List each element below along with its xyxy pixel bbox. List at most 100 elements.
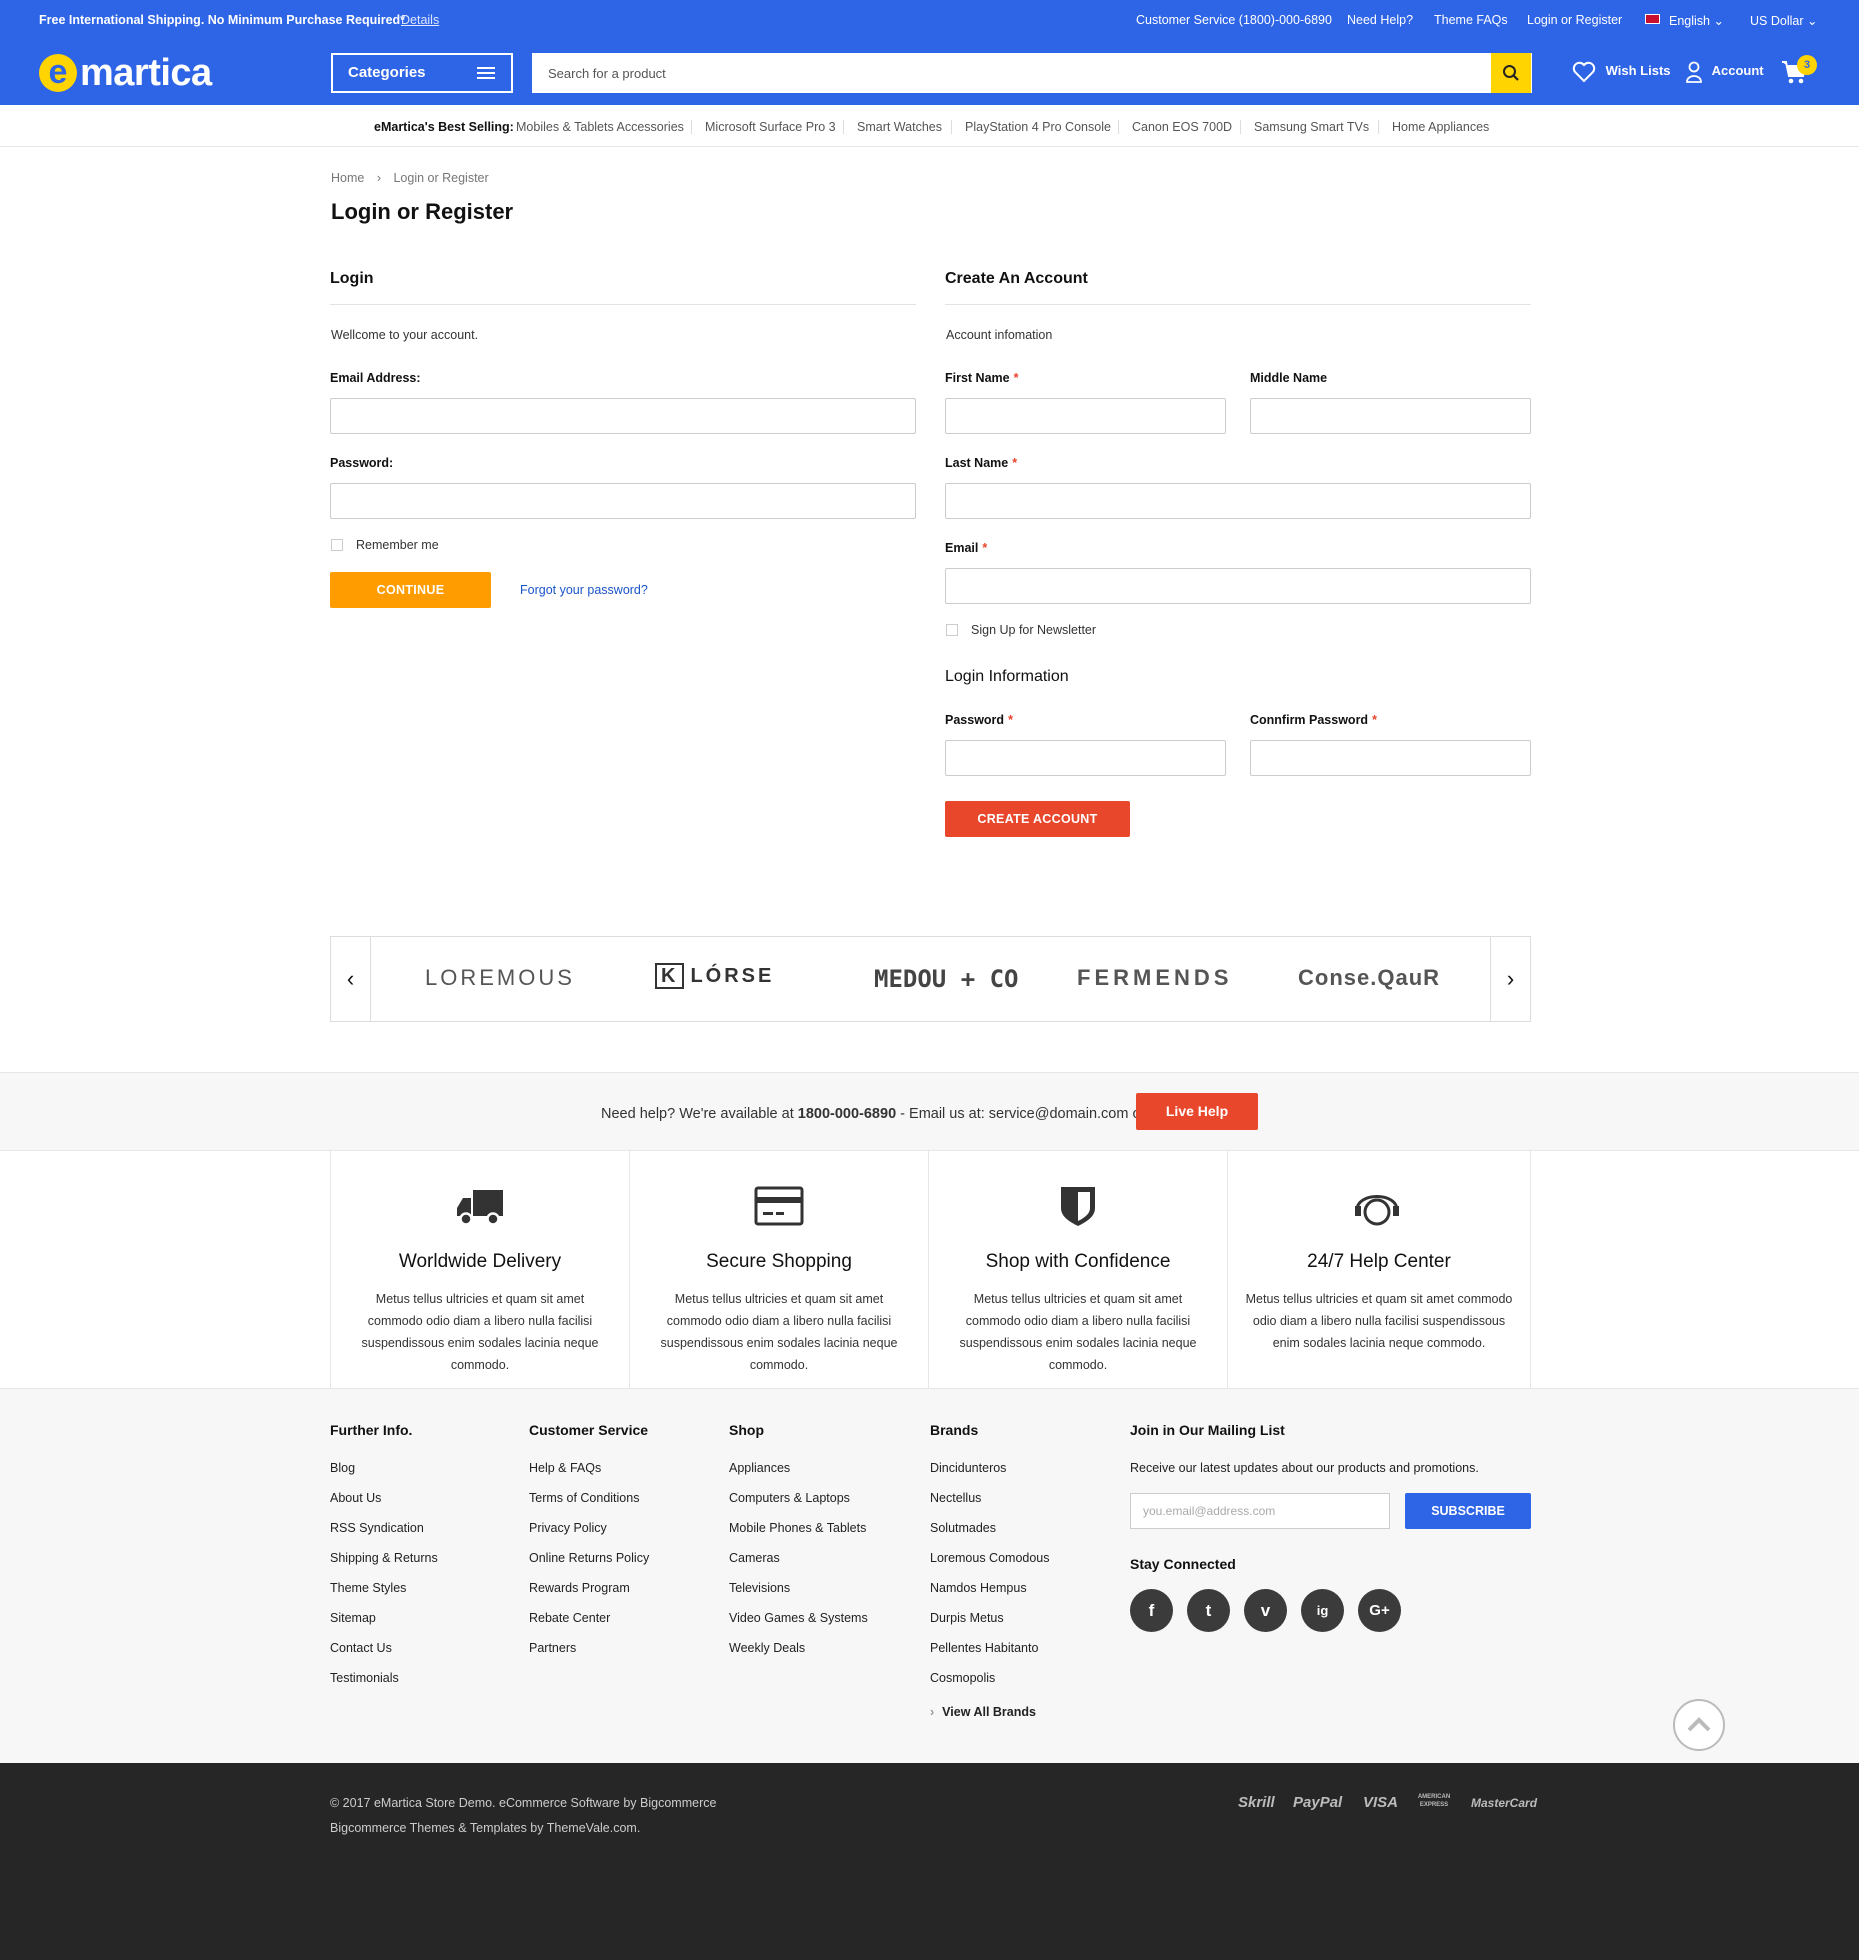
footer-link[interactable]: Blog: [330, 1461, 355, 1475]
customer-service-link[interactable]: Customer Service (1800)-000-6890: [1136, 13, 1332, 27]
theme-faqs-link[interactable]: Theme FAQs: [1434, 13, 1508, 27]
register-email-field[interactable]: [945, 568, 1531, 604]
footer-link[interactable]: Partners: [529, 1641, 576, 1655]
currency-selector[interactable]: US Dollar ⌄: [1750, 13, 1817, 28]
footer-link[interactable]: Theme Styles: [330, 1581, 406, 1595]
facebook-icon[interactable]: f: [1130, 1589, 1173, 1632]
vimeo-icon[interactable]: v: [1244, 1589, 1287, 1632]
last-name-field[interactable]: [945, 483, 1531, 519]
footer-link[interactable]: RSS Syndication: [330, 1521, 424, 1535]
forgot-password-link[interactable]: Forgot your password?: [520, 583, 648, 597]
instagram-icon[interactable]: ig: [1301, 1589, 1344, 1632]
brand-logo[interactable]: MEDOU + CO: [874, 965, 1019, 993]
best-selling-item[interactable]: PlayStation 4 Pro Console: [951, 120, 1124, 134]
footer-link[interactable]: Appliances: [729, 1461, 790, 1475]
search-button[interactable]: [1491, 53, 1531, 93]
footer-link[interactable]: Privacy Policy: [529, 1521, 607, 1535]
footer-link[interactable]: Televisions: [729, 1581, 790, 1595]
feature-title: Shop with Confidence: [985, 1251, 1171, 1272]
carousel-next-button[interactable]: ›: [1490, 937, 1530, 1021]
newsletter-email-input[interactable]: [1130, 1493, 1390, 1529]
remember-me-checkbox[interactable]: [331, 539, 343, 551]
password-label: Password:: [330, 456, 394, 470]
footer-link[interactable]: Help & FAQs: [529, 1461, 601, 1475]
footer-link[interactable]: Cosmopolis: [930, 1671, 995, 1685]
footer-link[interactable]: Namdos Hempus: [930, 1581, 1027, 1595]
footer-link[interactable]: Sitemap: [330, 1611, 376, 1625]
best-selling-item[interactable]: Microsoft Surface Pro 3: [691, 120, 849, 134]
first-name-field[interactable]: [945, 398, 1226, 434]
breadcrumb-home[interactable]: Home: [331, 171, 364, 185]
confirm-password-field[interactable]: [1250, 740, 1531, 776]
brand-logo[interactable]: LOREMOUS: [425, 965, 575, 991]
footer-link[interactable]: Cameras: [729, 1551, 780, 1565]
paypal-icon: PayPal: [1293, 1794, 1343, 1811]
best-selling-item[interactable]: Mobiles & Tablets Accessories: [503, 120, 697, 134]
footer-link[interactable]: Online Returns Policy: [529, 1551, 649, 1565]
brand-logo[interactable]: FERMENDS: [1077, 965, 1232, 991]
account-link[interactable]: Account: [1686, 61, 1764, 83]
logo[interactable]: e martica: [39, 52, 212, 94]
middle-name-label: Middle Name: [1250, 371, 1328, 385]
best-selling-item[interactable]: Canon EOS 700D: [1118, 120, 1245, 134]
footer-link[interactable]: Computers & Laptops: [729, 1491, 850, 1505]
footer-link[interactable]: Video Games & Systems: [729, 1611, 868, 1625]
login-info-heading: Login Information: [945, 668, 1069, 685]
search-input[interactable]: [532, 53, 1532, 93]
footer-link[interactable]: Pellentes Habitanto: [930, 1641, 1038, 1655]
brand-logo[interactable]: Conse.QauR: [1298, 965, 1440, 991]
categories-button[interactable]: Categories: [331, 53, 513, 93]
divider: [330, 304, 916, 305]
footer-link[interactable]: Durpis Metus: [930, 1611, 1004, 1625]
top-announcement-bar: Free International Shipping. No Minimum …: [0, 0, 1859, 41]
help-text: Need help? We're available at 1800-000-6…: [601, 1106, 1146, 1122]
page-title: Login or Register: [331, 199, 514, 224]
footer-link[interactable]: Testimonials: [330, 1671, 399, 1685]
footer-link[interactable]: Nectellus: [930, 1491, 981, 1505]
email-label: Email Address:: [330, 371, 421, 385]
footer-link[interactable]: About Us: [330, 1491, 381, 1505]
middle-name-field[interactable]: [1250, 398, 1531, 434]
footer-heading: Customer Service: [529, 1422, 649, 1438]
login-password-field[interactable]: [330, 483, 916, 519]
twitter-icon[interactable]: t: [1187, 1589, 1230, 1632]
continue-button[interactable]: CONTINUE: [330, 572, 491, 608]
footer-link[interactable]: Loremous Comodous: [930, 1551, 1050, 1565]
view-all-brands-link[interactable]: › View All Brands: [930, 1705, 1036, 1719]
create-account-button[interactable]: CREATE ACCOUNT: [945, 801, 1130, 837]
subscribe-button[interactable]: SUBSCRIBE: [1405, 1493, 1531, 1529]
divider: [945, 304, 1531, 305]
carousel-prev-button[interactable]: ‹: [331, 937, 371, 1021]
best-selling-item[interactable]: Home Appliances: [1378, 120, 1502, 134]
best-selling-item[interactable]: Samsung Smart TVs: [1240, 120, 1382, 134]
google-plus-icon[interactable]: G+: [1358, 1589, 1401, 1632]
live-help-button[interactable]: Live Help: [1136, 1093, 1258, 1130]
footer-link[interactable]: Weekly Deals: [729, 1641, 805, 1655]
language-selector[interactable]: English ⌄: [1669, 13, 1724, 28]
footer-link[interactable]: Terms of Conditions: [529, 1491, 639, 1505]
footer-link[interactable]: Contact Us: [330, 1641, 392, 1655]
brand-logo[interactable]: K LÓRSE: [655, 963, 774, 989]
best-selling-label: eMartica's Best Selling:: [374, 120, 514, 134]
details-link[interactable]: Details: [401, 13, 439, 27]
register-password-field[interactable]: [945, 740, 1226, 776]
back-to-top-button[interactable]: [1673, 1699, 1725, 1751]
login-email-field[interactable]: [330, 398, 916, 434]
footer-link[interactable]: Rebate Center: [529, 1611, 610, 1625]
remember-me-label: Remember me: [356, 538, 439, 552]
login-register-link[interactable]: Login or Register: [1527, 13, 1622, 27]
visa-icon: VISA: [1363, 1794, 1399, 1811]
account-label: Account: [1711, 63, 1764, 79]
first-name-label: First Name *: [945, 371, 1019, 385]
footer-link[interactable]: Mobile Phones & Tablets: [729, 1521, 866, 1535]
footer-link[interactable]: Dincidunteros: [930, 1461, 1006, 1475]
best-selling-item[interactable]: Smart Watches: [843, 120, 955, 134]
footer-link[interactable]: Shipping & Returns: [330, 1551, 438, 1565]
need-help-link[interactable]: Need Help?: [1347, 13, 1413, 27]
footer-link[interactable]: Solutmades: [930, 1521, 996, 1535]
newsletter-checkbox[interactable]: [946, 624, 958, 636]
wish-lists-link[interactable]: Wish Lists: [1572, 61, 1671, 83]
footer-link[interactable]: Rewards Program: [529, 1581, 630, 1595]
mailing-list-heading: Join in Our Mailing List: [1130, 1422, 1285, 1438]
login-heading: Login: [330, 270, 374, 287]
